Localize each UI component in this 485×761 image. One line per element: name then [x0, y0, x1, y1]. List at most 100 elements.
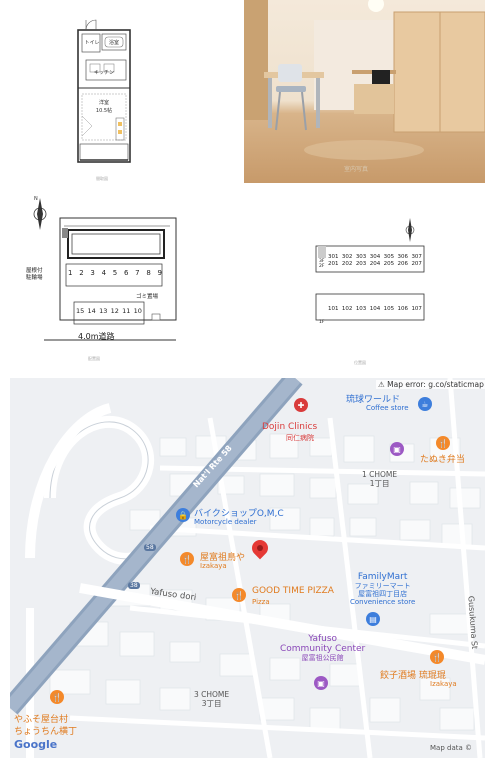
google-logo: Google — [14, 738, 58, 751]
building-plan-panel: 301 201 302 202 303 203 304 204 305 205 306 206 307 2… — [244, 190, 485, 370]
route-badge-38: 38 — [128, 582, 140, 589]
room-photo: 室内写真 — [244, 0, 485, 183]
pizza-icon: 🍴 — [232, 588, 246, 602]
room-unit-ground: 101 — [328, 306, 339, 312]
parking-space-number: 7 — [135, 269, 140, 277]
poi-good-time-name: GOOD TIME PIZZA — [252, 586, 334, 596]
poi-yafuso-cc-jp: 屋富祖公民館 — [301, 654, 344, 662]
parking-space-number: 10 — [133, 307, 142, 315]
room-unit-ground: 104 — [369, 306, 381, 312]
site-plan-panel: N 123456789 15 14 13 12 11 10 屋根付 駐輪場 ゴミ置場 4.… — [0, 190, 240, 370]
parking-space-number: 13 — [99, 307, 108, 315]
community-center-icon[interactable]: ▣ — [314, 676, 328, 690]
poi-familymart-jp2: 屋富祖四丁目店 — [358, 590, 408, 598]
floor1-label: 1F — [319, 320, 325, 325]
route-badge-58: 58 — [144, 544, 156, 551]
poi-familymart-sub: Convenience store — [350, 598, 416, 606]
floorplan-toilet-label: トイレ — [84, 40, 99, 46]
covered-parking-label: 屋根付 駐輪場 — [26, 268, 43, 281]
parking-space-number: 9 — [157, 269, 162, 277]
floorplan-watermark: 間取図 — [96, 176, 108, 181]
building-compass — [315, 218, 425, 321]
map-error-text: Map error: g.co/staticmap — [387, 380, 484, 389]
parking-space-number: 14 — [87, 307, 96, 315]
room-unit-ground: 106 — [397, 306, 409, 312]
restaurant-icon: 🍴 — [50, 690, 64, 704]
poi-gyoza-sub: Izakaya — [430, 680, 457, 688]
floorplan-kitchen-label: キッチン — [94, 70, 114, 76]
poi-dojin-jp: 同仁病院 — [286, 434, 314, 442]
room-unit-ground: 102 — [341, 306, 353, 312]
map-base — [10, 378, 485, 758]
poi-dojin-name: Dojin Clinics — [262, 422, 318, 432]
room-unit-ground: 105 — [383, 306, 395, 312]
floorplan-bath-label: 浴室 — [109, 39, 119, 46]
coffee-icon: ☕ — [418, 397, 432, 411]
poi-kyukyu-world-sub: Coffee store — [366, 404, 409, 412]
warning-icon: ⚠ — [378, 380, 385, 389]
floorplan-panel: 洋室 10.5帖 キッチン トイレ 浴室 間取図 — [0, 0, 240, 186]
poi-bike-shop-sub: Motorcycle dealer — [194, 518, 257, 526]
room-photo-drawing — [244, 0, 485, 160]
convenience-store-icon[interactable]: ▤ — [366, 612, 380, 626]
restaurant-icon: 🍴 — [430, 650, 444, 664]
floorplan-room-label: 洋室 — [99, 99, 109, 106]
parking-space-number: 1 — [68, 269, 73, 277]
parking-space-number: 2 — [79, 269, 84, 277]
poi-familymart-jp1: ファミリーマート — [354, 582, 411, 590]
page-root: 洋室 10.5帖 キッチン トイレ 浴室 間取図 室内写真 N 1 2 3 4 … — [0, 0, 485, 761]
shopping-icon[interactable]: ▣ — [390, 442, 404, 456]
poi-yafuso-cc2: Community Center — [280, 644, 366, 654]
room-unit-upper: 304 204 — [369, 254, 381, 267]
district-3-chome-en: 3 CHOME — [194, 690, 230, 699]
restaurant-icon: 🍴 — [436, 436, 450, 450]
poi-good-time-sub: Pizza — [252, 598, 270, 606]
parking-space-number: 5 — [112, 269, 118, 277]
parking-space-number: 12 — [110, 307, 119, 315]
location-pin-icon[interactable] — [248, 536, 272, 568]
parking-space-number: 6 — [123, 269, 129, 277]
photo-watermark: 室内写真 — [344, 166, 369, 173]
parking-numbers-bottom: 15 14 13 12 11 10 — [76, 307, 142, 315]
poi-yakitori-sub: Izakaya — [200, 562, 227, 570]
floor1-rooms: 101 102 103 104 105 106 107 — [328, 306, 422, 312]
map-panel[interactable]: ⚠ Map error: g.co/staticmap Nat'l Rte 58… — [10, 378, 485, 758]
room-unit-upper: 305 205 — [383, 254, 395, 267]
parking-space-number: 11 — [122, 307, 131, 315]
room-unit-upper: 301 201 — [328, 254, 339, 267]
district-1-chome: 1 CHOME 1丁目 — [362, 470, 397, 488]
floorplan-drawing: 洋室 10.5帖 キッチン トイレ 浴室 — [77, 19, 131, 163]
parking-space-number: 4 — [101, 269, 107, 277]
poi-yafuso-community-center[interactable]: Yafuso Community Center 屋富祖公民館 — [280, 634, 365, 662]
site-plan-watermark: 配置図 — [88, 356, 100, 361]
room-unit-upper: 302 202 — [341, 254, 353, 267]
floor3-rooms: 301 201 302 202 303 203 304 204 305 205 306 206 307 2… — [328, 254, 422, 267]
parking-space-number: 15 — [76, 307, 85, 315]
district-3-chome: 3 CHOME 3丁目 — [194, 690, 229, 708]
parking-numbers-top: 123456789 — [68, 269, 162, 277]
svg-text:N: N — [34, 196, 38, 202]
map-error-banner: ⚠ Map error: g.co/staticmap — [376, 380, 485, 389]
map-data-credit[interactable]: Map data © — [430, 744, 472, 752]
motorcycle-icon: 🔒 — [176, 508, 190, 522]
district-1-chome-en: 1 CHOME — [362, 470, 398, 479]
restaurant-icon: 🍴 — [180, 552, 194, 566]
hospital-icon: ✚ — [294, 398, 308, 412]
poi-familymart[interactable]: FamilyMart ファミリーマート 屋富祖四丁目店 Convenience … — [350, 572, 415, 606]
floor3-label: 3F 2F — [319, 259, 325, 269]
poi-yafuso-yatai2: ちょうちん横丁 — [14, 727, 78, 737]
district-1-chome-jp: 1丁目 — [369, 479, 390, 488]
floorplan-room-size: 10.5帖 — [96, 107, 112, 114]
room-unit-upper: 303 203 — [355, 254, 367, 267]
garbage-label: ゴミ置場 — [136, 294, 159, 300]
room-unit-ground: 107 — [411, 306, 422, 312]
poi-yafuso-cc1: Yafuso — [308, 634, 338, 644]
building-watermark: 位置図 — [354, 360, 366, 365]
parking-space-number: 8 — [146, 269, 151, 277]
room-unit-ground: 103 — [355, 306, 367, 312]
road-label: 4.0m道路 — [78, 332, 115, 341]
room-unit-upper: 306 206 — [397, 254, 409, 267]
poi-tanuki-name: たぬき弁当 — [420, 455, 465, 465]
parking-space-number: 3 — [90, 269, 95, 277]
district-3-chome-jp: 3丁目 — [201, 699, 222, 708]
